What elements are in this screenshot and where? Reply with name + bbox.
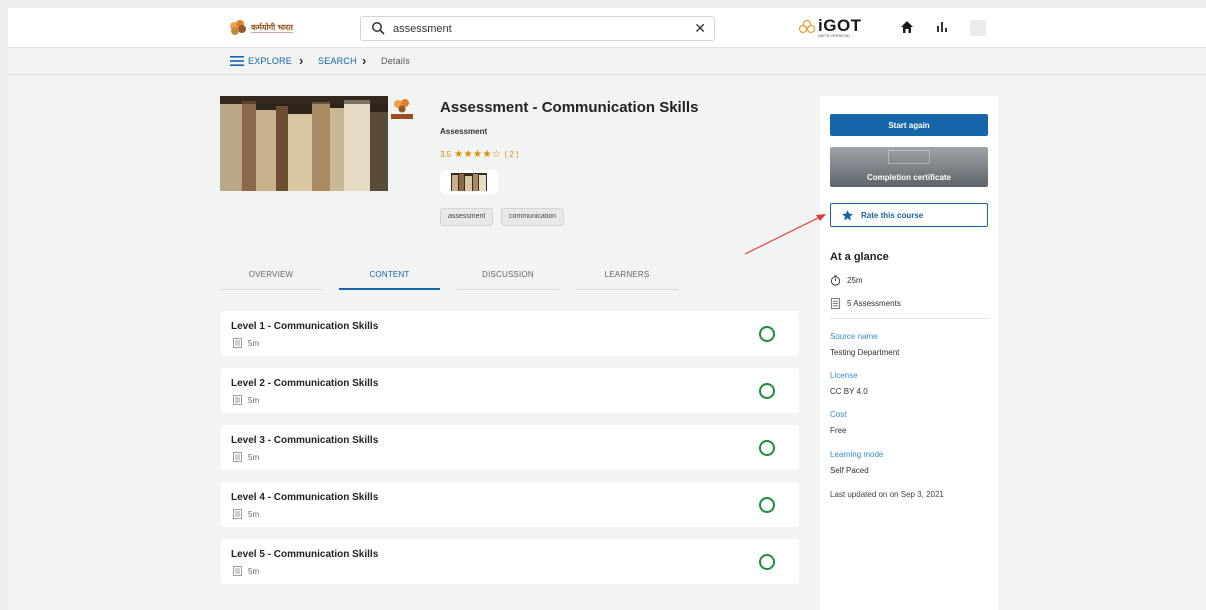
chevron-right-icon: › <box>299 53 304 68</box>
content-item-title: Level 5 - Communication Skills <box>231 549 379 560</box>
content-item-duration: 5m <box>233 566 259 576</box>
igot-logo[interactable]: iGOT (BETA VERSION) <box>798 16 862 40</box>
completion-status-icon <box>759 554 775 570</box>
content-item[interactable]: Level 3 - Communication Skills 5m <box>221 425 799 470</box>
breadcrumb-explore[interactable]: EXPLORE <box>248 56 292 66</box>
star-icon <box>842 210 853 221</box>
books-small-image <box>451 173 487 191</box>
document-icon <box>830 298 841 309</box>
at-a-glance-title: At a glance <box>830 251 889 263</box>
app-frame: कर्मयोगी भारत ✕ iGOT (BETA VERSION) <box>8 8 1206 610</box>
clear-search-icon[interactable]: ✕ <box>694 21 706 35</box>
content-item[interactable]: Level 1 - Communication Skills 5m <box>221 311 799 356</box>
search-box: ✕ <box>360 16 715 41</box>
course-title: Assessment - Communication Skills <box>440 99 699 116</box>
books-image <box>220 96 388 191</box>
content-item[interactable]: Level 5 - Communication Skills 5m <box>221 539 799 584</box>
document-icon <box>233 395 242 405</box>
completion-certificate-button[interactable]: Completion certificate <box>830 147 988 187</box>
cost-label: Cost <box>830 410 847 419</box>
completion-status-icon <box>759 497 775 513</box>
content-item-duration: 5m <box>233 509 259 519</box>
tab-content[interactable]: CONTENT <box>339 270 440 290</box>
content-item[interactable]: Level 4 - Communication Skills 5m <box>221 482 799 527</box>
content-item-title: Level 4 - Communication Skills <box>231 492 379 503</box>
search-icon <box>372 22 385 35</box>
leaderboard-icon[interactable] <box>936 22 948 32</box>
rating-count: ( 2 ) <box>504 150 519 159</box>
glance-duration: 25m <box>830 275 863 286</box>
duration-text: 5m <box>248 566 260 576</box>
panel-divider <box>830 318 988 319</box>
certificate-label: Completion certificate <box>866 173 951 182</box>
user-avatar[interactable] <box>970 20 986 36</box>
completion-status-icon <box>759 383 775 399</box>
search-input[interactable] <box>393 21 683 37</box>
top-header: कर्मयोगी भारत ✕ iGOT (BETA VERSION) <box>8 8 1206 48</box>
start-again-button[interactable]: Start again <box>830 114 988 136</box>
hamburger-menu-icon[interactable] <box>230 55 244 67</box>
tab-discussion[interactable]: DISCUSSION <box>457 270 559 290</box>
learning-mode-value: Self Paced <box>830 466 869 475</box>
provider-logo-icon <box>391 99 413 119</box>
course-side-panel: Start again Completion certificate Rate … <box>820 96 998 610</box>
course-thumbnail <box>220 96 388 191</box>
home-icon[interactable] <box>900 20 914 34</box>
content-item-title: Level 2 - Communication Skills <box>231 378 379 389</box>
course-thumbnail-small <box>440 170 498 194</box>
rating-value: 3.5 <box>440 150 452 159</box>
learning-mode-label: Learning mode <box>830 450 884 459</box>
content-item-title: Level 3 - Communication Skills <box>231 435 379 446</box>
igot-flower-icon <box>798 19 816 34</box>
content-item-duration: 5m <box>233 395 259 405</box>
source-name-label: Source name <box>830 332 878 341</box>
duration-text: 5m <box>248 338 260 348</box>
glance-duration-text: 25m <box>847 276 863 285</box>
tab-learners[interactable]: LEARNERS <box>576 270 678 290</box>
license-label: License <box>830 371 858 380</box>
lotus-logo-icon <box>230 20 246 35</box>
course-rating: 3.5 ★★★★☆ ( 2 ) <box>440 149 519 160</box>
content-item-duration: 5m <box>233 452 259 462</box>
glance-assessments-text: 5 Assessments <box>847 299 901 308</box>
certificate-preview <box>888 150 930 164</box>
karmayogi-logo[interactable]: कर्मयोगी भारत <box>228 17 308 39</box>
content-item[interactable]: Level 2 - Communication Skills 5m <box>221 368 799 413</box>
completion-status-icon <box>759 326 775 342</box>
chevron-right-icon: › <box>362 53 367 68</box>
timer-icon <box>830 275 841 286</box>
rating-stars-icon: ★★★★☆ <box>454 149 502 160</box>
content-item-title: Level 1 - Communication Skills <box>231 321 379 332</box>
duration-text: 5m <box>248 452 260 462</box>
cost-value: Free <box>830 426 847 435</box>
tab-overview[interactable]: OVERVIEW <box>220 270 322 290</box>
breadcrumb: EXPLORE › SEARCH › Details <box>8 49 1206 75</box>
rate-course-button[interactable]: Rate this course <box>830 203 988 227</box>
logo-text: कर्मयोगी भारत <box>251 23 293 32</box>
glance-assessments: 5 Assessments <box>830 298 901 309</box>
logo-subtext <box>251 32 293 33</box>
document-icon <box>233 509 242 519</box>
duration-text: 5m <box>248 509 260 519</box>
rate-course-label: Rate this course <box>861 210 924 220</box>
duration-text: 5m <box>248 395 260 405</box>
document-icon <box>233 338 242 348</box>
completion-status-icon <box>759 440 775 456</box>
source-name-value: Testing Department <box>830 348 900 357</box>
document-icon <box>233 452 242 462</box>
document-icon <box>233 566 242 576</box>
course-type: Assessment <box>440 127 488 136</box>
tag-chip[interactable]: assessment <box>440 208 494 226</box>
igot-brand: iGOT <box>818 16 862 35</box>
breadcrumb-search[interactable]: SEARCH <box>318 56 357 66</box>
content-item-duration: 5m <box>233 338 259 348</box>
last-updated: Last updated on on Sep 3, 2021 <box>830 490 944 499</box>
tag-chip[interactable]: communication <box>501 208 565 226</box>
license-value: CC BY 4.0 <box>830 387 868 396</box>
breadcrumb-details: Details <box>381 56 410 66</box>
